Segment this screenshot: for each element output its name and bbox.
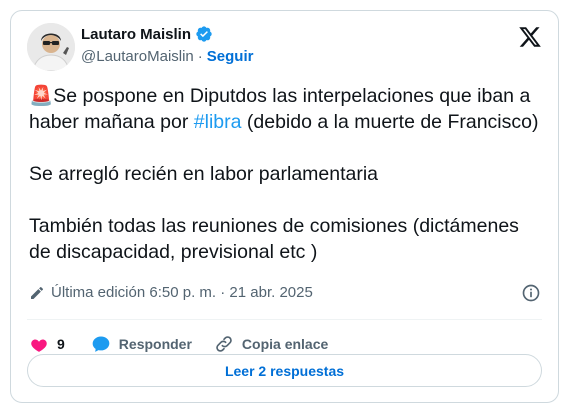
- reply-button[interactable]: Responder: [91, 334, 192, 354]
- read-replies-button[interactable]: Leer 2 respuestas: [27, 354, 542, 387]
- like-button[interactable]: 9: [29, 334, 65, 354]
- rotating-light-emoji-icon: 🚨: [29, 85, 54, 107]
- info-icon[interactable]: [521, 283, 541, 303]
- author-name[interactable]: Lautaro Maislin: [81, 26, 191, 43]
- avatar[interactable]: [27, 23, 75, 71]
- link-icon: [214, 334, 234, 354]
- edit-meta-row[interactable]: Última edición 6:50 p. m. · 21 abr. 2025: [29, 284, 313, 301]
- follow-button[interactable]: Seguir: [207, 48, 254, 65]
- avatar-image: [27, 23, 75, 71]
- tweet-card[interactable]: Lautaro Maislin @LautaroMaislin · Seguir…: [10, 10, 559, 403]
- reply-label: Responder: [118, 336, 192, 352]
- read-replies-label: Leer 2 respuestas: [224, 362, 345, 379]
- like-count: 9: [57, 336, 65, 352]
- x-logo-icon[interactable]: [518, 25, 542, 49]
- copy-link-label: Copia enlace: [241, 336, 329, 352]
- tweet-text: 🚨Se pospone en Diputdos las interpelacio…: [29, 83, 544, 265]
- edited-timestamp[interactable]: Última edición 6:50 p. m. · 21 abr. 2025: [51, 284, 313, 301]
- hashtag-link[interactable]: #libra: [194, 111, 242, 133]
- divider: [27, 319, 542, 320]
- pencil-icon: [29, 285, 45, 301]
- author-name-row[interactable]: Lautaro Maislin: [81, 25, 213, 43]
- author-handle[interactable]: @LautaroMaislin: [81, 48, 194, 65]
- reply-bubble-icon: [91, 334, 111, 354]
- tweet-text-part2: (debido a la muerte de Francisco) Se arr…: [29, 111, 539, 263]
- verified-badge-icon: [195, 25, 213, 43]
- author-handle-row: @LautaroMaislin · Seguir: [81, 48, 253, 65]
- heart-icon: [29, 334, 49, 354]
- handle-separator: ·: [197, 48, 203, 65]
- copy-link-button[interactable]: Copia enlace: [214, 334, 328, 354]
